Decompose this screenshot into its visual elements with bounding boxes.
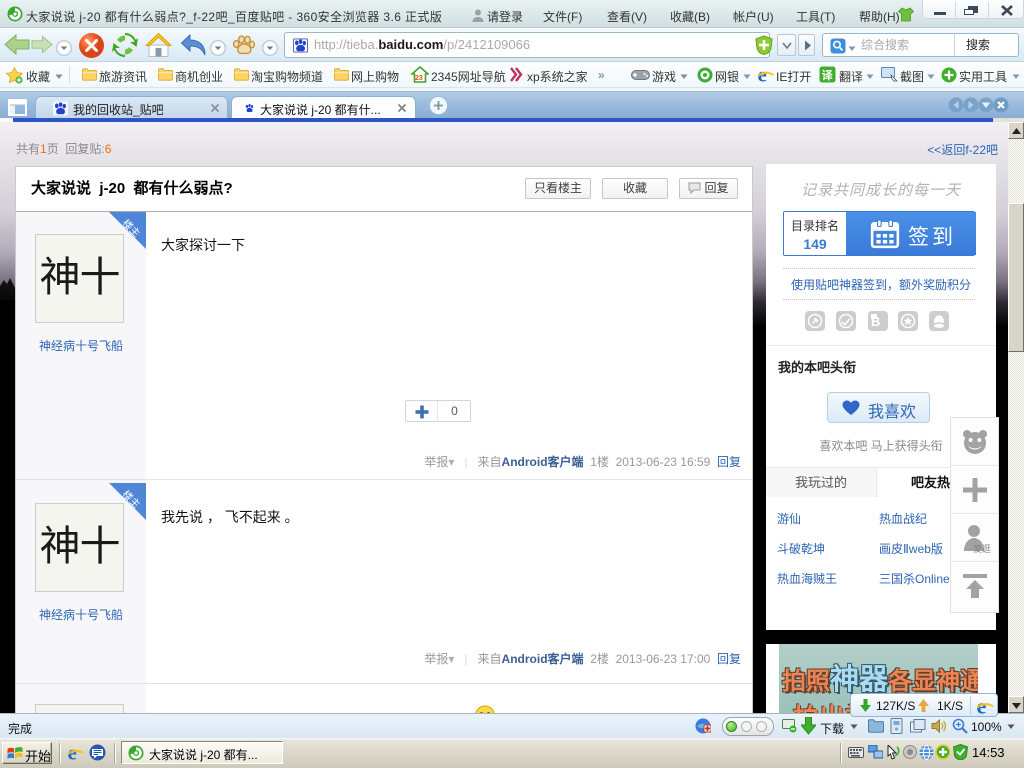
svg-text:译: 译: [822, 69, 834, 82]
svg-text:23: 23: [415, 75, 423, 82]
